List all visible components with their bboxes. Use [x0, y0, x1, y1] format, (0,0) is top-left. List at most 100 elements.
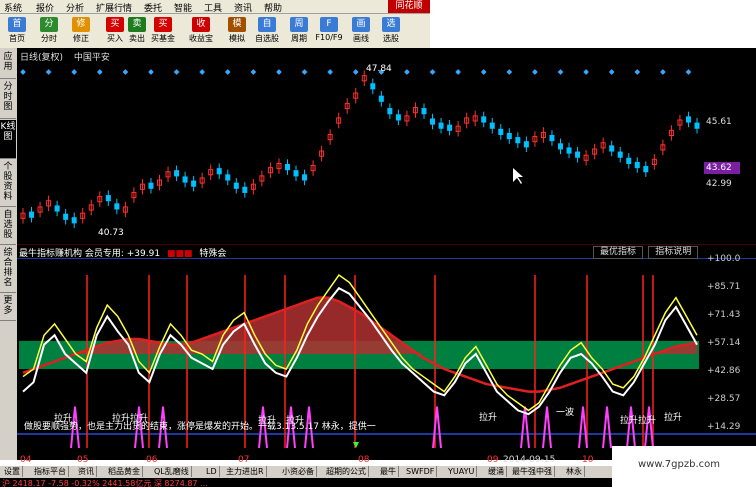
signal-diamond [455, 69, 461, 75]
candle-body [523, 141, 529, 148]
toolbar-stock-pick-button[interactable]: 选选股 [376, 16, 406, 46]
bottom-tab[interactable]: 最牛 [378, 466, 399, 477]
indicator-help-button[interactable]: 指标说明 [648, 246, 699, 259]
bottom-tab[interactable]: 最牛强中强 [510, 466, 555, 477]
home-icon: 首 [8, 17, 26, 32]
toolbar-profit-button[interactable]: 收收益宝 [186, 16, 216, 46]
price-label-3: 42.99 [706, 179, 732, 189]
candle-body [694, 122, 700, 129]
menu-analysis[interactable]: 分析 [66, 1, 84, 14]
bottom-tab[interactable]: 资讯 [76, 466, 97, 477]
signal-diamond [148, 69, 154, 75]
candle-body [498, 128, 504, 135]
toolbar-label: 自选股 [255, 34, 279, 43]
candle-body [617, 151, 623, 158]
bottom-tab[interactable]: 设置 [2, 466, 23, 477]
signal-diamond [352, 69, 359, 75]
toolbar-home-button[interactable]: 首首页 [2, 16, 32, 46]
menu-system[interactable]: 系统 [4, 1, 22, 14]
menu-ext-quote[interactable]: 扩展行情 [96, 1, 132, 14]
left-tab-kline[interactable]: K线图 [0, 120, 16, 159]
bottom-tab[interactable]: 指标平台 [32, 466, 69, 477]
bottom-tab[interactable]: SWFDF [404, 466, 438, 477]
menu-news[interactable]: 资讯 [234, 1, 252, 14]
date-label: 07 [238, 455, 250, 465]
signal-diamond [532, 69, 538, 75]
bottom-tab[interactable]: LD [204, 466, 220, 477]
signal-diamond [480, 69, 487, 75]
candle-body [447, 124, 453, 131]
signal-diamond [71, 69, 78, 75]
signal-diamond [96, 69, 103, 75]
menu-help[interactable]: 帮助 [264, 1, 282, 14]
down-arrow-icon [353, 442, 359, 448]
bottom-tab[interactable]: 主力进出R [224, 466, 267, 477]
candle-body [575, 151, 581, 158]
signal-diamond [557, 69, 564, 75]
candle-body [387, 108, 393, 115]
date-label: 10 [582, 455, 594, 465]
ind-axis-71: +71.43 [707, 310, 741, 320]
candle-body [557, 143, 563, 150]
signal-spike [602, 406, 612, 449]
annotation-label: 拉升 [258, 416, 277, 426]
bottom-tab[interactable]: YUAYU [446, 466, 478, 477]
annotation-label: 拉升 [479, 413, 498, 423]
bottom-tab[interactable]: 超期的公式 [324, 466, 369, 477]
candle-body [242, 186, 248, 193]
left-tab-more[interactable]: 更多 [0, 294, 16, 321]
top-blank-area [430, 0, 756, 48]
bottom-tab[interactable]: 林永 [564, 466, 585, 477]
minute-chart-icon: 分 [40, 17, 58, 32]
candle-body [54, 205, 60, 212]
signal-spike [432, 406, 442, 449]
signal-spike [578, 406, 588, 449]
left-tab-apps[interactable]: 应用 [0, 50, 16, 79]
date-label: 04 [20, 455, 32, 465]
toolbar-minute-chart-button[interactable]: 分分时 [34, 16, 64, 46]
toolbar-period-button[interactable]: 周周期 [284, 16, 314, 46]
left-tab-watchlist[interactable]: 自选股 [0, 208, 16, 245]
toolbar-f10-button[interactable]: F F10/F9 [314, 16, 344, 46]
toolbar-simulate-button[interactable]: 模模拟 [222, 16, 252, 46]
signal-diamond [583, 69, 589, 75]
best-indicator-button[interactable]: 最优指标 [593, 246, 644, 259]
bottom-tab[interactable]: 小资必备 [280, 466, 317, 477]
bottom-tab[interactable]: 缓涌 [486, 466, 507, 477]
candle-body [481, 116, 487, 123]
candle-body [438, 122, 444, 129]
sell-icon: 卖 [128, 17, 146, 32]
bottom-tab[interactable]: QL乱磨线 [152, 466, 192, 477]
candle-body [284, 163, 290, 171]
left-tab-ranking[interactable]: 综合排名 [0, 246, 16, 293]
toolbar-watchlist-button[interactable]: 自自选股 [252, 16, 282, 46]
toolbar-buy-fund-button[interactable]: 买买基金 [148, 16, 178, 46]
candle-body [489, 122, 495, 129]
left-tab-profile[interactable]: 个股资料 [0, 160, 16, 207]
brand-logo: 同花顺 [388, 0, 430, 13]
toolbar-correct-button[interactable]: 修修正 [66, 16, 96, 46]
menu-tools[interactable]: 工具 [204, 1, 222, 14]
bottom-tab[interactable]: 稻品黄金 [106, 466, 143, 477]
date-label: 08 [358, 455, 370, 465]
candle-body [148, 182, 154, 189]
chart-stock-name: 中国平安 [73, 53, 110, 63]
candle-body [71, 217, 77, 224]
candle-body [430, 118, 436, 125]
signal-diamond [685, 69, 692, 75]
menu-entrust[interactable]: 委托 [144, 1, 162, 14]
correct-icon: 修 [72, 17, 90, 32]
indicator-name: 最牛指标赚机构 会员专用: +39.91 [19, 249, 161, 259]
candle-body [233, 182, 239, 189]
signal-diamond [660, 69, 666, 75]
toolbar-draw-line-button[interactable]: 画画线 [346, 16, 376, 46]
menu-quote[interactable]: 报价 [36, 1, 54, 14]
menu-smart[interactable]: 智能 [174, 1, 192, 14]
high-price-label: 47.84 [366, 64, 392, 74]
left-tab-bar: 应用 分时图 K线图 个股资料 自选股 综合排名 更多 [0, 48, 18, 460]
signal-diamond [634, 69, 641, 75]
candle-body [515, 137, 521, 144]
left-tab-minute[interactable]: 分时图 [0, 80, 16, 119]
candle-body [378, 95, 384, 102]
candle-body [626, 157, 632, 164]
